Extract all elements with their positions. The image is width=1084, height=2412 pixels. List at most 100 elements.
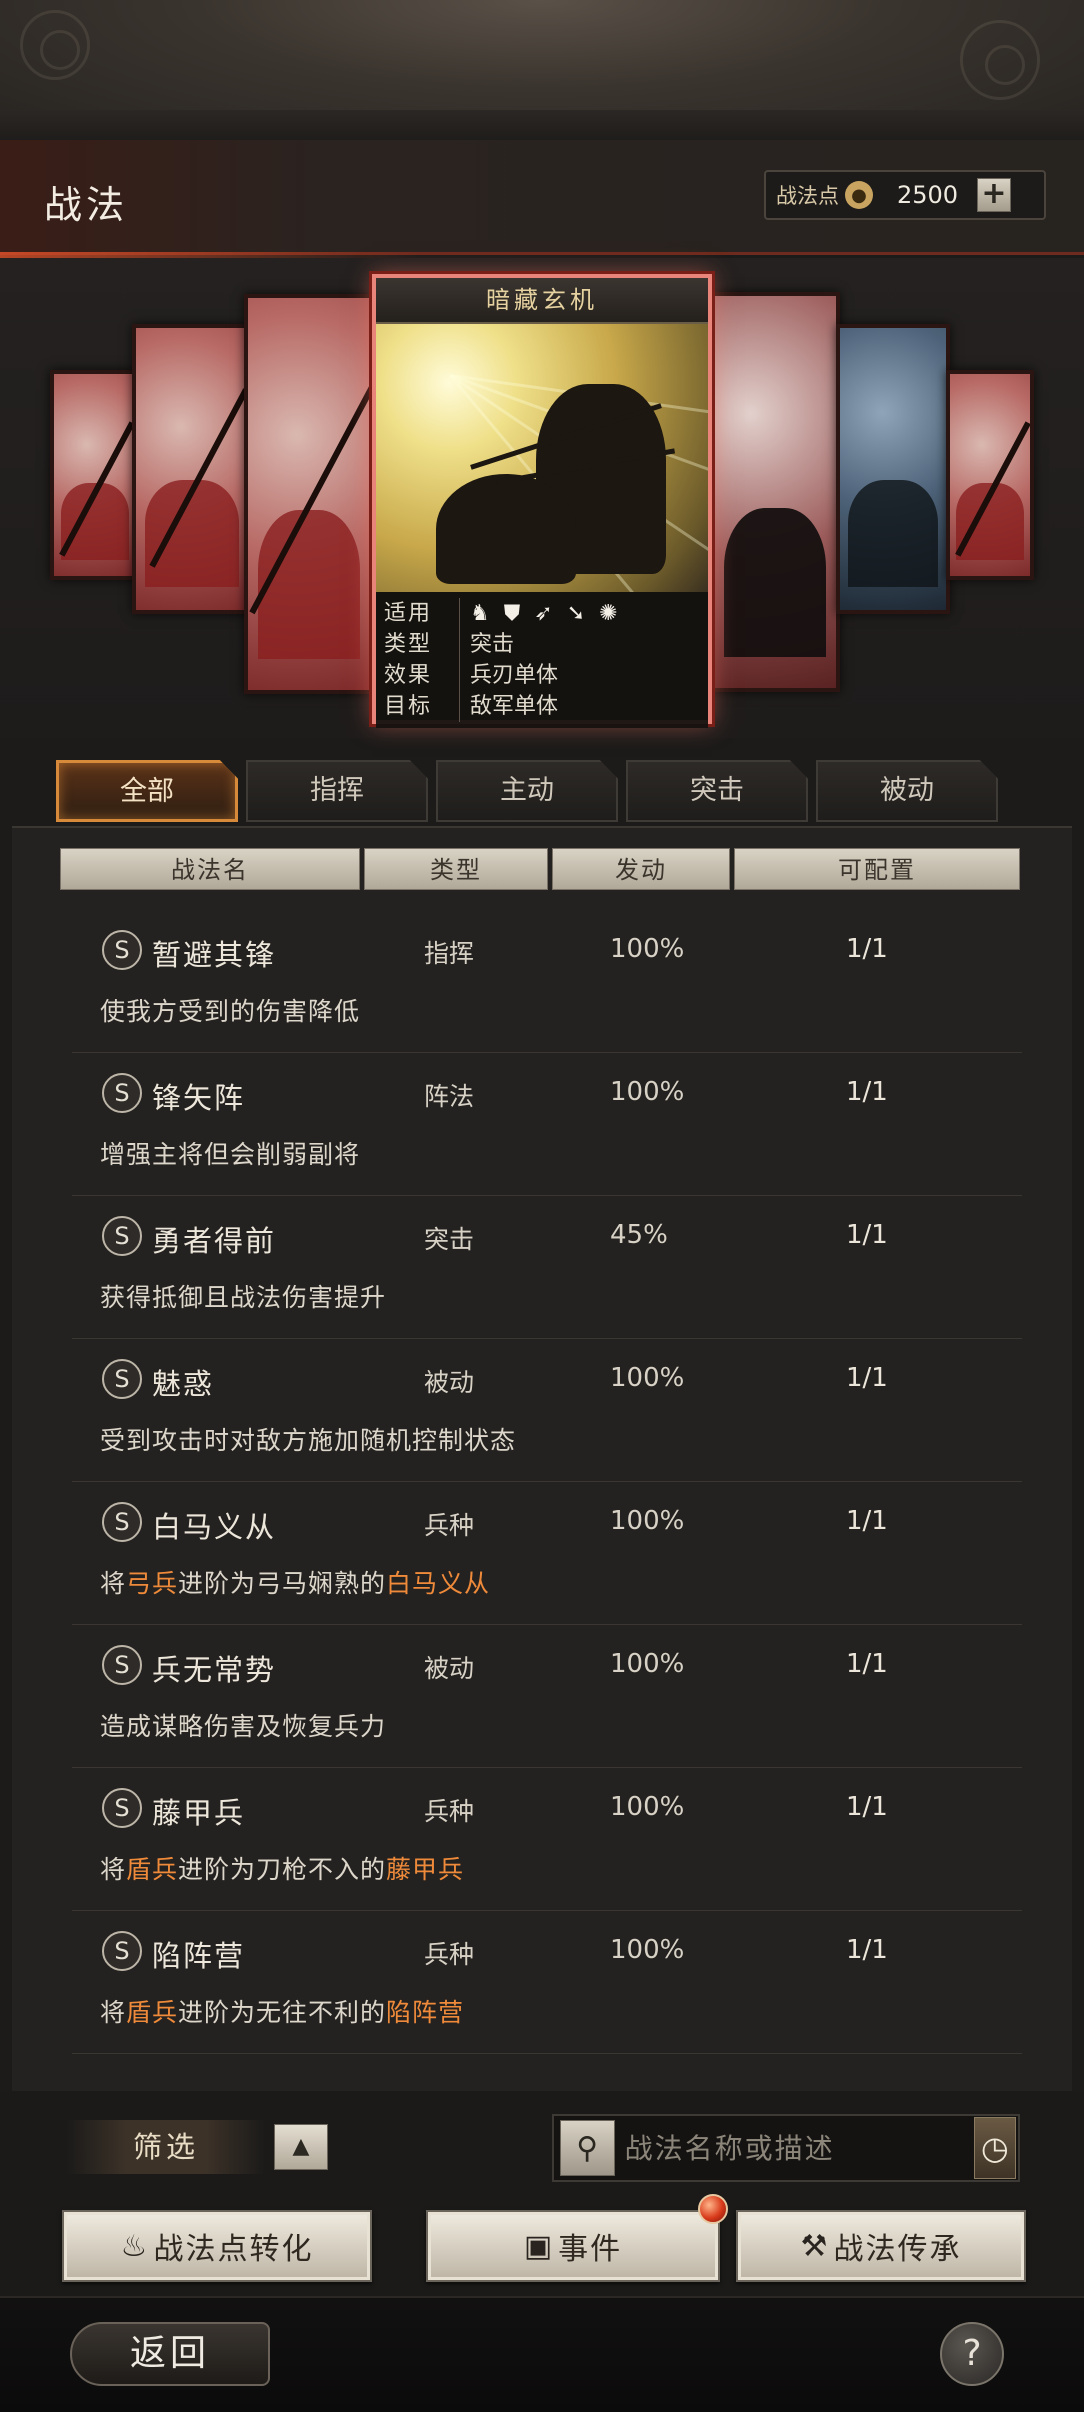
skill-config-count: 1/1 xyxy=(846,1363,888,1393)
info-row-target: 目标 敌军单体 xyxy=(384,691,700,722)
skill-rate: 100% xyxy=(610,1649,685,1679)
skill-type: 被动 xyxy=(424,1368,475,1397)
event-button[interactable]: ▣ 事件 xyxy=(426,2194,728,2282)
description-text: 将 xyxy=(100,1569,127,1598)
info-row-applicable: 适用 ♞ ⛊ ➶ ➘ ✺ xyxy=(384,598,700,629)
bow-icon: ➶ xyxy=(534,601,553,626)
skill-config-count: 1/1 xyxy=(846,1077,888,1107)
carousel-card[interactable] xyxy=(946,370,1034,580)
skill-row[interactable]: S 藤甲兵 兵种 100% 1/1 将盾兵进阶为刀枪不入的藤甲兵 xyxy=(72,1768,1022,1911)
featured-card-info: 适用 ♞ ⛊ ➶ ➘ ✺ 类型 突击 效果 兵刃单体 目标 敌军单体 xyxy=(376,592,708,728)
clock-icon[interactable]: ◷ xyxy=(973,2117,1016,2179)
unit-type-icons: ♞ ⛊ ➶ ➘ ✺ xyxy=(470,598,618,629)
skill-rate: 100% xyxy=(610,1506,685,1536)
highlighted-term: 白马义从 xyxy=(386,1569,491,1598)
grade-badge: S xyxy=(102,1502,142,1542)
skill-name: 藤甲兵 xyxy=(152,1796,246,1830)
skill-rate: 100% xyxy=(610,1792,685,1822)
category-tabs: 全部 指挥 主动 突击 被动 xyxy=(56,760,998,822)
highlighted-term: 弓兵 xyxy=(126,1569,179,1598)
skill-rate: 100% xyxy=(610,1077,685,1107)
footer-bar: 返回 ? xyxy=(0,2296,1084,2412)
skill-row[interactable]: S 陷阵营 兵种 100% 1/1 将盾兵进阶为无往不利的陷阵营 xyxy=(72,1911,1022,2054)
description-text: 造成谋略伤害及恢复兵力 xyxy=(100,1712,387,1741)
skill-row[interactable]: S 锋矢阵 阵法 100% 1/1 增强主将但会削弱副将 xyxy=(72,1053,1022,1196)
notification-dot xyxy=(698,2194,728,2224)
highlighted-term: 陷阵营 xyxy=(386,1998,465,2027)
help-button[interactable]: ? xyxy=(940,2322,1004,2386)
skill-rate: 45% xyxy=(610,1220,668,1250)
skill-row[interactable]: S 暂避其锋 指挥 100% 1/1 使我方受到的伤害降低 xyxy=(72,910,1022,1053)
grade-badge: S xyxy=(102,1073,142,1113)
filter-toggle-button[interactable]: ▲ xyxy=(274,2124,328,2170)
tab-all[interactable]: 全部 xyxy=(56,760,238,822)
hammer-icon: ⚒ xyxy=(800,2228,830,2264)
carousel-card[interactable] xyxy=(836,324,950,614)
featured-card-art xyxy=(376,324,708,592)
skill-row[interactable]: S 兵无常势 被动 100% 1/1 造成谋略伤害及恢复兵力 xyxy=(72,1625,1022,1768)
skill-type: 突击 xyxy=(424,1225,475,1254)
scroll-alert-icon: ▣ xyxy=(523,2228,555,2264)
tab-passive[interactable]: 被动 xyxy=(816,760,998,822)
skill-config-count: 1/1 xyxy=(846,1220,888,1250)
skill-row[interactable]: S 魅惑 被动 100% 1/1 受到攻击时对敌方施加随机控制状态 xyxy=(72,1339,1022,1482)
search-box: ⚲ ◷ xyxy=(552,2114,1020,2182)
skill-name: 兵无常势 xyxy=(152,1653,277,1687)
cloud-ornament xyxy=(985,45,1025,85)
skill-description: 获得抵御且战法伤害提升 xyxy=(100,1278,386,1314)
spear-icon: ➘ xyxy=(566,601,586,626)
skill-list: S 暂避其锋 指挥 100% 1/1 使我方受到的伤害降低 S 锋矢阵 阵法 100% 1/1 增强主… xyxy=(72,910,1022,2054)
skill-row[interactable]: S 白马义从 兵种 100% 1/1 将弓兵进阶为弓马娴熟的白马义从 xyxy=(72,1482,1022,1625)
cavalry-icon: ♞ xyxy=(470,601,490,626)
carousel-card[interactable] xyxy=(244,294,374,694)
grade-badge: S xyxy=(102,1359,142,1399)
skill-type: 兵种 xyxy=(424,1511,475,1540)
skill-description: 将弓兵进阶为弓马娴熟的白马义从 xyxy=(100,1564,490,1600)
convert-points-button[interactable]: ♨ 战法点转化 xyxy=(62,2210,372,2282)
skill-card-carousel[interactable]: 暗藏玄机 适用 ♞ ⛊ ➶ ➘ ✺ 类型 突击 效果 兵刃单体 目标 敌军单体 xyxy=(0,258,1084,738)
grade-badge: S xyxy=(102,1216,142,1256)
filter-label[interactable]: 筛选 xyxy=(66,2120,266,2174)
column-header-config[interactable]: 可配置 xyxy=(734,848,1020,890)
tab-assault[interactable]: 突击 xyxy=(626,760,808,822)
column-header-type[interactable]: 类型 xyxy=(364,848,548,890)
cloud-ornament xyxy=(40,30,80,70)
flame-coin-icon: ● xyxy=(845,181,873,209)
carousel-card[interactable] xyxy=(132,324,252,614)
description-text: 增强主将但会削弱副将 xyxy=(100,1140,361,1169)
grade-badge: S xyxy=(102,1645,142,1685)
skill-config-count: 1/1 xyxy=(846,1506,888,1536)
skill-config-count: 1/1 xyxy=(846,1792,888,1822)
skill-points-box: 战法点 ● 2500 + xyxy=(764,170,1046,220)
skill-config-count: 1/1 xyxy=(846,1935,888,1965)
shield-icon: ⛊ xyxy=(503,601,521,626)
info-row-type: 类型 突击 xyxy=(384,629,700,660)
back-button[interactable]: 返回 xyxy=(70,2322,270,2386)
description-text: 受到攻击时对敌方施加随机控制状态 xyxy=(100,1426,517,1455)
skill-type: 阵法 xyxy=(424,1082,475,1111)
skill-name: 锋矢阵 xyxy=(152,1081,246,1115)
skill-config-count: 1/1 xyxy=(846,934,888,964)
skill-rate: 100% xyxy=(610,1363,685,1393)
search-input[interactable] xyxy=(614,2120,974,2176)
skill-name: 勇者得前 xyxy=(152,1224,277,1258)
description-text: 进阶为刀枪不入的 xyxy=(178,1855,387,1884)
skill-row[interactable]: S 勇者得前 突击 45% 1/1 获得抵御且战法伤害提升 xyxy=(72,1196,1022,1339)
featured-card-title: 暗藏玄机 xyxy=(376,278,708,324)
skill-points-value: 2500 xyxy=(897,181,959,209)
add-points-button[interactable]: + xyxy=(977,178,1011,212)
skill-config-count: 1/1 xyxy=(846,1649,888,1679)
featured-skill-card[interactable]: 暗藏玄机 适用 ♞ ⛊ ➶ ➘ ✺ 类型 突击 效果 兵刃单体 目标 敌军单体 xyxy=(372,274,712,728)
carousel-card[interactable] xyxy=(710,292,840,692)
grade-badge: S xyxy=(102,1931,142,1971)
column-header-name[interactable]: 战法名 xyxy=(60,848,360,890)
top-decoration xyxy=(0,0,1084,140)
info-row-effect: 效果 兵刃单体 xyxy=(384,660,700,691)
tab-command[interactable]: 指挥 xyxy=(246,760,428,822)
inherit-skill-button[interactable]: ⚒ 战法传承 xyxy=(736,2210,1026,2282)
tab-active[interactable]: 主动 xyxy=(436,760,618,822)
carousel-card[interactable] xyxy=(50,370,140,580)
skill-points-label: 战法点 xyxy=(776,184,839,208)
column-header-rate[interactable]: 发动 xyxy=(552,848,730,890)
search-icon[interactable]: ⚲ xyxy=(560,2120,615,2176)
